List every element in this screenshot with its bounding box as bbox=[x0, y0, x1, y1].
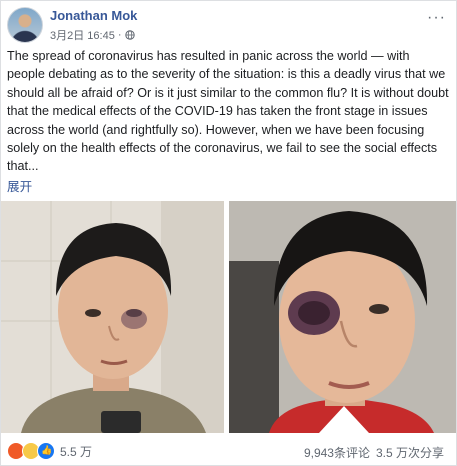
globe-icon bbox=[124, 30, 135, 40]
post-footer: 5.5 万 9,943条评论 3.5 万次分享 bbox=[1, 437, 456, 465]
more-options-icon[interactable]: ··· bbox=[427, 9, 446, 27]
share-count[interactable]: 3.5 万次分享 bbox=[376, 444, 444, 461]
engagement-stats: 9,943条评论 3.5 万次分享 bbox=[304, 444, 444, 461]
meta-separator: · bbox=[117, 29, 122, 41]
post-header: Jonathan Mok 3月2日 16:45 · ··· bbox=[7, 7, 450, 43]
post-meta: 3月2日 16:45 · bbox=[50, 27, 135, 43]
author-name[interactable]: Jonathan Mok bbox=[50, 8, 137, 23]
photo-right[interactable] bbox=[229, 201, 456, 433]
photo-left-illustration bbox=[1, 201, 224, 433]
comment-count[interactable]: 9,943条评论 bbox=[304, 444, 370, 461]
author-avatar[interactable] bbox=[7, 7, 43, 43]
expand-link[interactable]: 展开 bbox=[7, 176, 32, 195]
facebook-post: Jonathan Mok 3月2日 16:45 · ··· The spread… bbox=[0, 0, 457, 466]
like-icon bbox=[37, 442, 55, 460]
post-timestamp[interactable]: 3月2日 16:45 bbox=[50, 27, 115, 43]
photo-right-illustration bbox=[229, 201, 456, 433]
photo-grid bbox=[1, 201, 456, 433]
reaction-count: 5.5 万 bbox=[60, 444, 93, 459]
post-text: The spread of coronavirus has resulted i… bbox=[7, 49, 449, 174]
reactions-summary[interactable]: 5.5 万 bbox=[7, 442, 92, 460]
photo-left[interactable] bbox=[1, 201, 224, 433]
